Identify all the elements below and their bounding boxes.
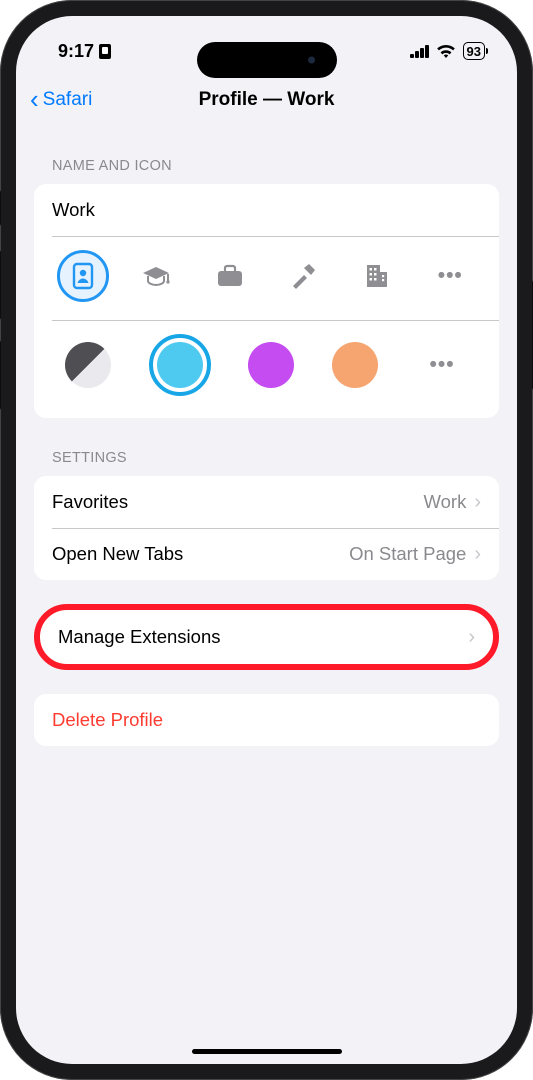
name-icon-card: Work — [34, 184, 499, 418]
favorites-row[interactable]: Favorites Work › — [34, 476, 499, 528]
section-header-name-icon: NAME AND ICON — [34, 126, 499, 184]
profile-name-value: Work — [52, 199, 95, 221]
ellipsis-icon: ••• — [430, 353, 455, 377]
icon-picker-row: ••• — [34, 236, 499, 320]
icon-option-more[interactable]: ••• — [424, 250, 476, 302]
sim-icon — [99, 44, 111, 59]
favorites-label: Favorites — [52, 491, 128, 513]
back-button[interactable]: ‹ Safari — [16, 89, 92, 112]
mute-switch — [0, 190, 1, 226]
volume-up — [0, 250, 1, 320]
manage-extensions-row[interactable]: Manage Extensions › — [40, 610, 493, 664]
chevron-left-icon: ‹ — [30, 86, 39, 112]
color-option-orange[interactable] — [332, 342, 378, 388]
manage-extensions-label: Manage Extensions — [58, 626, 221, 648]
chevron-right-icon: › — [474, 543, 481, 566]
phone-frame: 9:17 93 ‹ Safari Profile — Work NAME AND — [0, 0, 533, 1080]
ellipsis-icon: ••• — [438, 264, 463, 288]
color-option-purple[interactable] — [248, 342, 294, 388]
volume-down — [0, 340, 1, 410]
icon-option-building[interactable] — [351, 250, 403, 302]
profile-name-field[interactable]: Work — [34, 184, 499, 236]
delete-profile-label: Delete Profile — [52, 709, 163, 731]
color-option-more[interactable]: ••• — [416, 339, 468, 391]
manage-extensions-card: Manage Extensions › — [34, 604, 499, 670]
open-new-tabs-value: On Start Page — [349, 543, 466, 565]
nav-bar: ‹ Safari Profile — Work — [16, 74, 517, 126]
wifi-icon — [436, 44, 456, 59]
open-new-tabs-label: Open New Tabs — [52, 543, 183, 565]
back-label: Safari — [43, 89, 93, 111]
cellular-icon — [410, 45, 429, 58]
delete-profile-card: Delete Profile — [34, 694, 499, 746]
screen: 9:17 93 ‹ Safari Profile — Work NAME AND — [16, 16, 517, 1064]
icon-option-badge[interactable] — [57, 250, 109, 302]
color-picker-row: ••• — [34, 320, 499, 418]
home-indicator[interactable] — [192, 1049, 342, 1054]
chevron-right-icon: › — [468, 626, 475, 649]
battery-icon: 93 — [463, 42, 485, 60]
favorites-value: Work — [424, 491, 467, 513]
settings-card: Favorites Work › Open New Tabs On Start … — [34, 476, 499, 580]
icon-option-graduation[interactable] — [130, 250, 182, 302]
icon-option-briefcase[interactable] — [204, 250, 256, 302]
color-option-cyan[interactable] — [149, 334, 211, 396]
chevron-right-icon: › — [474, 491, 481, 514]
dynamic-island — [197, 42, 337, 78]
delete-profile-row[interactable]: Delete Profile — [34, 694, 499, 746]
icon-option-hammer[interactable] — [277, 250, 329, 302]
status-time: 9:17 — [58, 41, 94, 62]
open-new-tabs-row[interactable]: Open New Tabs On Start Page › — [34, 528, 499, 580]
section-header-settings: SETTINGS — [34, 418, 499, 476]
color-option-monochrome[interactable] — [65, 342, 111, 388]
